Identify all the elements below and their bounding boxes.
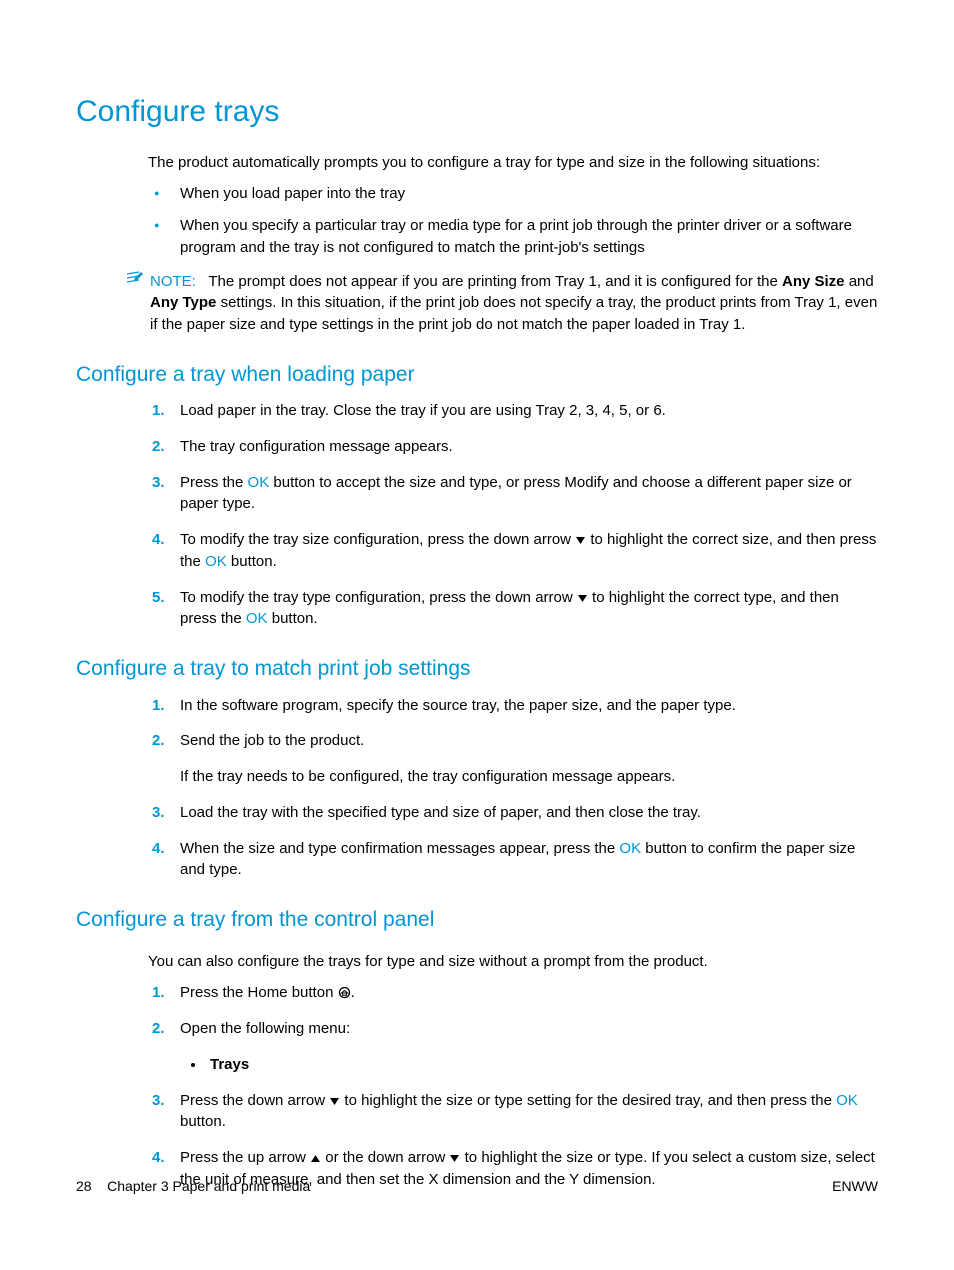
- step-text: button.: [227, 553, 277, 570]
- arrow-down-icon: [575, 536, 586, 545]
- list-item: In the software program, specify the sou…: [152, 695, 878, 717]
- document-page: Configure trays The product automaticall…: [0, 0, 954, 1245]
- step-text: button.: [268, 610, 318, 627]
- list-item: When you load paper into the tray: [152, 183, 878, 205]
- ok-text: OK: [619, 840, 641, 857]
- section2-steps: In the software program, specify the sou…: [152, 695, 878, 882]
- section3-steps: Press the Home button . Open the followi…: [152, 982, 878, 1190]
- note-bold-2: Any Type: [150, 294, 216, 311]
- arrow-down-icon: [329, 1097, 340, 1106]
- list-item: Press the OK button to accept the size a…: [152, 472, 878, 516]
- ok-text: OK: [246, 610, 268, 627]
- page-footer: 28 Chapter 3 Paper and print media ENWW: [76, 1176, 878, 1196]
- step-text: .: [351, 984, 355, 1001]
- page-title: Configure trays: [76, 90, 878, 134]
- list-item: Press the Home button .: [152, 982, 878, 1004]
- step-text: Press the: [180, 474, 248, 491]
- step-text: Press the Home button: [180, 984, 338, 1001]
- step-text: Send the job to the product.: [180, 732, 364, 749]
- list-item: Load paper in the tray. Close the tray i…: [152, 400, 878, 422]
- intro-text: The product automatically prompts you to…: [148, 152, 878, 174]
- note-bold-1: Any Size: [782, 273, 845, 290]
- step-text: When the size and type confirmation mess…: [180, 840, 619, 857]
- arrow-down-icon: [449, 1154, 460, 1163]
- note-body-pre: The prompt does not appear if you are pr…: [208, 273, 782, 290]
- list-item: When you specify a particular tray or me…: [152, 215, 878, 259]
- intro-bullets: When you load paper into the tray When y…: [152, 183, 878, 258]
- step-subtext: If the tray needs to be configured, the …: [180, 766, 878, 788]
- note-icon: [126, 271, 146, 287]
- inner-list: Trays: [206, 1054, 878, 1076]
- step-text: To modify the tray size configuration, p…: [180, 531, 575, 548]
- list-item: The tray configuration message appears.: [152, 436, 878, 458]
- footer-right: ENWW: [832, 1176, 878, 1196]
- list-item: To modify the tray size configuration, p…: [152, 529, 878, 573]
- list-item: Load the tray with the specified type an…: [152, 802, 878, 824]
- list-item: To modify the tray type configuration, p…: [152, 587, 878, 631]
- note-body-mid: and: [845, 273, 874, 290]
- menu-item: Trays: [210, 1056, 249, 1073]
- section1-steps: Load paper in the tray. Close the tray i…: [152, 400, 878, 630]
- note-text: NOTE: The prompt does not appear if you …: [150, 271, 878, 336]
- section-heading: Configure a tray to match print job sett…: [76, 654, 878, 684]
- step-text: Press the down arrow: [180, 1092, 329, 1109]
- chapter-label: Chapter 3 Paper and print media: [107, 1178, 310, 1194]
- list-item: When the size and type confirmation mess…: [152, 838, 878, 882]
- list-item: Trays: [206, 1054, 878, 1076]
- section-heading: Configure a tray when loading paper: [76, 360, 878, 390]
- ok-text: OK: [836, 1092, 858, 1109]
- section-heading: Configure a tray from the control panel: [76, 905, 878, 935]
- step-text: button.: [180, 1113, 226, 1130]
- note-body-post: settings. In this situation, if the prin…: [150, 294, 877, 333]
- footer-left: 28 Chapter 3 Paper and print media: [76, 1176, 310, 1196]
- arrow-down-icon: [577, 594, 588, 603]
- ok-text: OK: [205, 553, 227, 570]
- step-text: Press the up arrow: [180, 1149, 310, 1166]
- list-item: Open the following menu: Trays: [152, 1018, 878, 1076]
- note-label: NOTE:: [150, 273, 196, 290]
- note-box: NOTE: The prompt does not appear if you …: [126, 271, 878, 336]
- step-text: to highlight the size or type setting fo…: [340, 1092, 836, 1109]
- step-text: or the down arrow: [321, 1149, 449, 1166]
- list-item: Send the job to the product. If the tray…: [152, 730, 878, 788]
- step-text: Open the following menu:: [180, 1020, 350, 1037]
- list-item: Press the down arrow to highlight the si…: [152, 1090, 878, 1134]
- ok-text: OK: [248, 474, 270, 491]
- page-number: 28: [76, 1178, 92, 1194]
- step-text: To modify the tray type configuration, p…: [180, 589, 577, 606]
- step-text: button to accept the size and type, or p…: [180, 474, 852, 513]
- home-icon: [338, 987, 351, 998]
- arrow-up-icon: [310, 1154, 321, 1163]
- section3-intro: You can also configure the trays for typ…: [148, 951, 878, 973]
